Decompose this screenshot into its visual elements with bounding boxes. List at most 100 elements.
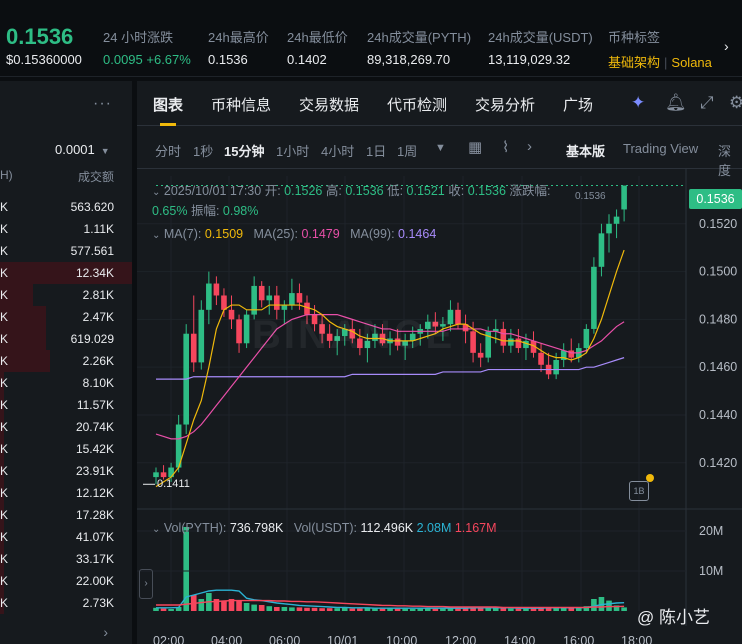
trade-row: K 1.11K xyxy=(0,218,132,240)
chevron-right-icon[interactable]: › xyxy=(103,624,108,640)
ma7-label: MA(7): xyxy=(163,227,202,241)
row-turnover: 17.28K xyxy=(75,508,114,522)
open-label: 开: xyxy=(264,184,281,198)
amplitude-label: 振幅: xyxy=(190,204,220,218)
volume-bar xyxy=(266,606,273,611)
row-turnover: 2.73K xyxy=(82,596,114,610)
ma-readout: ⌄ MA(7): 0.1509 MA(25): 0.1479 MA(99): 0… xyxy=(152,227,436,241)
candle-body xyxy=(606,223,612,234)
trade-row: K 577.561 xyxy=(0,240,132,262)
trade-row: K 619.029 xyxy=(0,328,132,350)
panel-collapse-button[interactable]: › xyxy=(139,569,153,599)
trade-row: K 41.07K xyxy=(0,526,132,548)
trade-row: K 20.74K xyxy=(0,416,132,438)
ma25-value: 0.1479 xyxy=(301,227,340,241)
high-value: 0.1536 xyxy=(345,184,384,198)
trade-row: K 2.73K xyxy=(0,592,132,614)
row-turnover: 1.11K xyxy=(83,222,114,236)
volume-bar xyxy=(364,608,371,611)
volume-bar xyxy=(334,608,340,611)
x-tick-label: 16:00 xyxy=(563,634,594,644)
candle-body xyxy=(228,309,235,320)
collapse-icon[interactable]: ⌄ xyxy=(152,524,160,535)
high-value: 0.1536 xyxy=(208,52,248,67)
trade-row: K 8.10K xyxy=(0,372,132,394)
volume-bar xyxy=(568,608,575,611)
low-label: 24h最低价 xyxy=(287,30,348,45)
row-turnover: 577.561 xyxy=(70,244,114,258)
volume-bar xyxy=(492,608,499,611)
row-turnover: 2.26K xyxy=(82,354,114,368)
row-amount: K xyxy=(0,486,9,500)
candle-body xyxy=(236,319,242,344)
volume-bar xyxy=(160,608,167,611)
row-amount: K xyxy=(0,574,9,588)
collapse-icon[interactable]: ⌄ xyxy=(152,187,160,198)
volume-bar xyxy=(168,609,174,611)
vol-quote-label: 24h成交量(USDT) xyxy=(488,30,593,45)
candle-body xyxy=(243,314,250,344)
tags: 基础架构 | Solana xyxy=(608,52,712,71)
candle-body xyxy=(515,338,522,349)
candle-body xyxy=(508,338,514,346)
candle-body xyxy=(477,352,484,358)
ma99-label: MA(99): xyxy=(350,227,395,241)
candle-body xyxy=(470,331,476,353)
row-amount: K xyxy=(0,332,9,346)
change-value: 0.0095 +6.67% xyxy=(103,52,191,67)
candle-body xyxy=(206,283,212,310)
tag-solana[interactable]: Solana xyxy=(671,55,711,70)
volume-bar xyxy=(183,527,189,611)
chart-panel: 图表 币种信息 交易数据 代币检测 交易分析 广场 ✦ 🔔︎ ⤢ ⚙ 分时 1秒… xyxy=(137,81,742,644)
volume-bar xyxy=(402,608,408,611)
column-header-turnover: 成交额 xyxy=(77,170,114,184)
close-value: 0.1536 xyxy=(467,184,506,198)
candle-body xyxy=(568,350,575,358)
volume-bar xyxy=(311,607,318,611)
row-amount: K xyxy=(0,530,9,544)
ohlc-date: 2025/10/01 17:30 xyxy=(163,184,262,198)
ma7-value: 0.1509 xyxy=(204,227,244,241)
volume-bar xyxy=(432,608,439,611)
row-turnover: 41.07K xyxy=(75,530,114,544)
volume-bar xyxy=(357,608,363,611)
precision-select[interactable]: 0.0001 ▼ xyxy=(55,142,110,157)
row-turnover: 2.81K xyxy=(82,288,114,302)
row-amount: K xyxy=(0,200,9,214)
amplitude-value: 0.98% xyxy=(222,204,259,218)
tag-infrastructure[interactable]: 基础架构 xyxy=(608,55,660,70)
trade-row: K 33.17K xyxy=(0,548,132,570)
row-turnover: 619.029 xyxy=(70,332,114,346)
trade-row: K 17.28K xyxy=(0,504,132,526)
row-amount: K xyxy=(0,376,9,390)
trade-row: K 22.00K xyxy=(0,570,132,592)
collapse-icon[interactable]: ⌄ xyxy=(152,230,160,241)
candlestick-chart[interactable]: 0.1520 0.1500 0.1480 0.1460 0.1440 0.1420 02:0… xyxy=(137,81,742,644)
low-label: 低: xyxy=(387,184,404,198)
trade-row: K 15.42K xyxy=(0,438,132,460)
y-tick-label: 0.1480 xyxy=(699,312,737,326)
row-amount: K xyxy=(0,464,9,478)
trade-row: K 11.57K xyxy=(0,394,132,416)
volume-bar xyxy=(591,599,597,611)
period-high-label: 0.1536 xyxy=(575,191,606,202)
ma99-value: 0.1464 xyxy=(398,227,437,241)
candle-body xyxy=(296,293,303,303)
trade-history-panel: ··· 0.0001 ▼ H) 成交额 K 563.620 K 1.11K K 577.56… xyxy=(0,81,132,644)
volume-bar xyxy=(296,607,303,611)
volume-bar xyxy=(289,607,295,611)
high-label: 24h最高价 xyxy=(208,30,269,45)
candle-body xyxy=(598,233,605,267)
volume-bar xyxy=(417,608,424,611)
vol-quote-value: 112.496K xyxy=(360,521,414,535)
candle-body xyxy=(274,295,280,310)
vol-quote-label: Vol(USDT): xyxy=(293,521,358,535)
more-icon[interactable]: ··· xyxy=(93,95,112,113)
reset-view-icon[interactable]: 1B xyxy=(629,481,649,501)
chevron-right-icon[interactable]: › xyxy=(724,38,729,54)
y-tick-label: 0.1420 xyxy=(699,456,737,470)
candle-body xyxy=(221,295,227,310)
volume-bar xyxy=(515,608,522,611)
volume-bar xyxy=(258,605,265,611)
x-tick-label: 04:00 xyxy=(211,634,242,644)
